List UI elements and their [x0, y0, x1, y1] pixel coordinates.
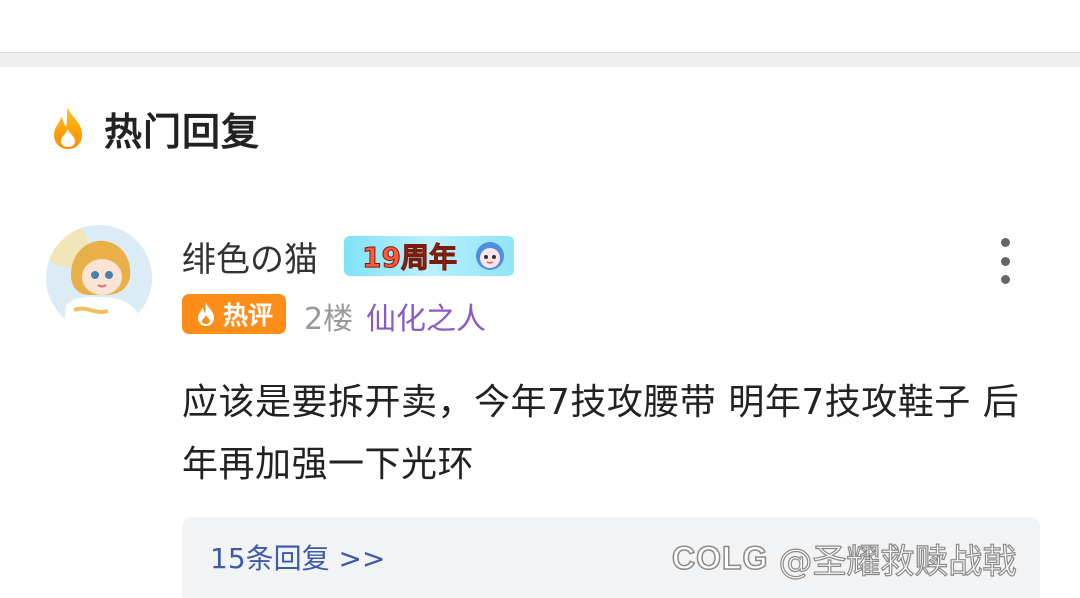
username[interactable]: 绯色の猫	[182, 232, 318, 281]
more-dot-icon	[1000, 238, 1010, 247]
top-bar	[0, 0, 1080, 52]
hot-comment-label: 热评	[222, 301, 273, 330]
hot-comment-badge: 热评	[182, 294, 286, 334]
avatar[interactable]	[46, 225, 152, 331]
anniversary-badge: 19周年	[344, 236, 514, 276]
view-replies-link[interactable]: 15条回复 >>	[210, 537, 385, 577]
user-title: 仙化之人	[366, 302, 486, 337]
comment-content: 应该是要拆开卖，今年7技攻腰带 明年7技攻鞋子 后年再加强一下光环	[182, 382, 1020, 485]
more-dot-icon	[1000, 275, 1010, 284]
watermark-text: @圣耀救赎战戟	[778, 541, 1017, 582]
mascot-icon	[476, 242, 504, 270]
fire-icon	[197, 302, 214, 326]
watermark-logo: COLG	[671, 539, 769, 577]
section-divider	[0, 52, 1080, 67]
section-title: 热门回复	[104, 109, 261, 154]
section-header: 热门回复	[48, 98, 260, 158]
avatar-image	[46, 225, 152, 331]
more-options-button[interactable]	[992, 238, 1018, 284]
watermark: COLG @圣耀救赎战戟	[671, 534, 1017, 583]
floor-number: 2楼	[304, 302, 354, 337]
more-dot-icon	[1000, 256, 1010, 266]
anniversary-badge-text: 19周年	[362, 241, 458, 275]
fire-icon	[54, 107, 82, 149]
